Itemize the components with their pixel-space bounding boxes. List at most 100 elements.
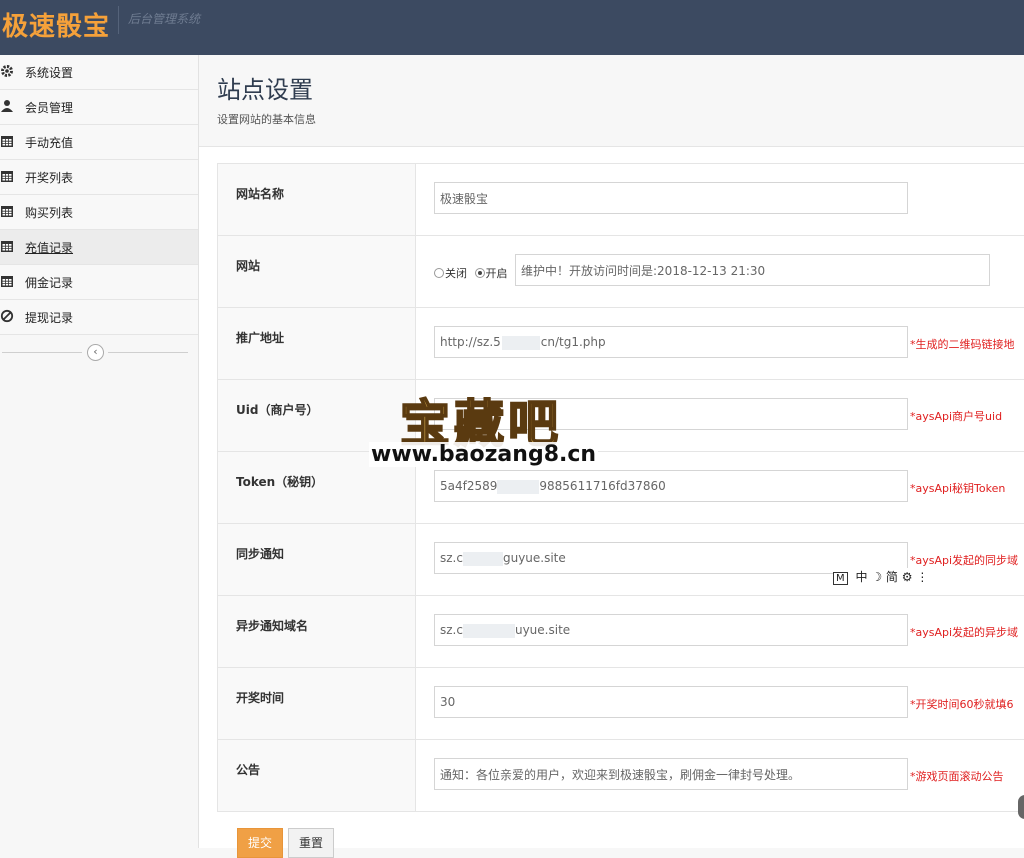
watermark-url: www.baozang8.cn xyxy=(369,442,599,467)
calendar-icon xyxy=(1,241,13,252)
promo-url-input[interactable]: http://sz.5 cn/tg1.php xyxy=(434,326,908,358)
field-label: 同步通知 xyxy=(236,547,285,561)
field-value: sz.c xyxy=(440,623,463,637)
ime-mode-button[interactable]: M xyxy=(833,572,848,585)
divider xyxy=(108,352,188,353)
submit-button[interactable]: 提交 xyxy=(237,828,284,858)
form-row-sync-notify: 同步通知 sz.c guyue.site *aysApi发起的同步域 xyxy=(217,524,1024,596)
form-row-draw-time: 开奖时间 *开奖时间60秒就填6 xyxy=(217,668,1024,740)
sidebar-item-member-management[interactable]: 会员管理 xyxy=(0,90,198,125)
field-hint: *aysApi秘钥Token xyxy=(910,482,1006,495)
sidebar-item-draw-list[interactable]: 开奖列表 xyxy=(0,160,198,195)
sidebar-item-label: 提现记录 xyxy=(25,311,74,325)
site-name-input[interactable] xyxy=(434,182,908,214)
label-cell: 网站 xyxy=(218,236,416,307)
field-label: 网站名称 xyxy=(236,187,285,201)
sidebar-item-label: 会员管理 xyxy=(25,101,74,115)
brand-logo[interactable]: 极速骰宝 xyxy=(2,6,110,43)
blurred-region xyxy=(501,335,540,350)
collapse-sidebar-button[interactable]: ‹ xyxy=(87,344,104,361)
notice-input[interactable] xyxy=(434,758,908,790)
ime-toolbar[interactable]: M 中 ☽ 简 ⚙ ⋮ xyxy=(833,568,929,585)
field-label: 推广地址 xyxy=(236,331,285,345)
form-row-uid: Uid（商户号） *aysApi商户号uid xyxy=(217,380,1024,452)
ime-language-toggle[interactable]: 中 xyxy=(855,570,867,584)
settings-form: 网站名称 网站 关闭 开启 推广地址 http://sz.5 cn/tg1.php… xyxy=(217,163,1024,812)
sidebar-item-label: 开奖列表 xyxy=(25,171,74,185)
label-cell: 开奖时间 xyxy=(218,668,416,739)
field-hint: *aysApi商户号uid xyxy=(910,410,1003,423)
label-cell: 网站名称 xyxy=(218,164,416,235)
field-hint: *aysApi发起的同步域 xyxy=(910,554,1019,567)
field-value: sz.c xyxy=(440,551,463,565)
gear-icon[interactable]: ⚙ xyxy=(902,570,913,584)
blurred-region xyxy=(497,479,540,494)
field-value: 5a4f2589 xyxy=(440,479,498,493)
blurred-region xyxy=(462,623,515,638)
reset-button[interactable]: 重置 xyxy=(288,828,335,858)
field-hint: *游戏页面滚动公告 xyxy=(910,770,1004,783)
field-value-tail: uyue.site xyxy=(514,623,571,637)
field-label: 异步通知域名 xyxy=(236,619,309,633)
scroll-handle[interactable] xyxy=(1018,795,1024,819)
blurred-region xyxy=(462,551,503,566)
field-hint: *生成的二维码链接地 xyxy=(910,338,1015,351)
label-cell: 异步通知域名 xyxy=(218,596,416,667)
field-label: Token（秘钥） xyxy=(236,475,324,489)
ban-icon xyxy=(0,309,14,323)
calendar-icon xyxy=(1,276,13,287)
async-notify-input[interactable]: sz.c uyue.site xyxy=(434,614,908,646)
sidebar-collapse-row: ‹ xyxy=(0,335,198,371)
ime-simplified-toggle[interactable]: 简 xyxy=(886,570,898,584)
form-row-notice: 公告 *游戏页面滚动公告 xyxy=(217,740,1024,812)
user-icon xyxy=(1,100,13,112)
sidebar-item-label: 系统设置 xyxy=(25,66,74,80)
field-label: Uid（商户号） xyxy=(236,403,319,417)
page-subtitle: 设置网站的基本信息 xyxy=(217,113,316,126)
radio-on[interactable] xyxy=(474,268,485,278)
draw-time-input[interactable] xyxy=(434,686,908,718)
sidebar-item-withdraw-records[interactable]: 提现记录 xyxy=(0,300,198,335)
calendar-icon xyxy=(1,206,13,217)
label-cell: 公告 xyxy=(218,740,416,811)
sidebar-item-label: 手动充值 xyxy=(25,136,74,150)
form-row-site-name: 网站名称 xyxy=(217,164,1024,236)
radio-off[interactable] xyxy=(434,268,444,278)
label-cell: 同步通知 xyxy=(218,524,416,595)
field-hint: *aysApi发起的异步域 xyxy=(910,626,1019,639)
calendar-icon xyxy=(1,171,13,182)
field-label: 公告 xyxy=(236,763,261,777)
sidebar-item-commission-records[interactable]: 佣金记录 xyxy=(0,265,198,300)
field-hint: *开奖时间60秒就填6 xyxy=(910,698,1014,711)
radio-off-label[interactable]: 关闭 xyxy=(445,267,467,280)
field-value-tail: cn/tg1.php xyxy=(540,335,606,349)
brand-subtitle: 后台管理系统 xyxy=(128,12,201,26)
form-row-site-status: 网站 关闭 开启 xyxy=(217,236,1024,308)
sidebar: 系统设置 会员管理 手动充值 开奖列表 购买列表 充值记录 佣金记录 提现记录 … xyxy=(0,55,199,848)
sidebar-item-label: 充值记录 xyxy=(25,241,74,255)
form-row-token: Token（秘钥） 5a4f2589 9885611716fd37860 *ays… xyxy=(217,452,1024,524)
more-icon[interactable]: ⋮ xyxy=(916,570,928,584)
field-value: http://sz.5 xyxy=(440,335,501,349)
site-status-radio-group: 关闭 开启 xyxy=(434,265,512,281)
sidebar-item-purchase-list[interactable]: 购买列表 xyxy=(0,195,198,230)
maintenance-message-input[interactable] xyxy=(515,254,990,286)
sidebar-item-system-settings[interactable]: 系统设置 xyxy=(0,55,198,90)
brand-divider xyxy=(118,6,119,34)
form-row-promo-url: 推广地址 http://sz.5 cn/tg1.php *生成的二维码链接地 xyxy=(217,308,1024,380)
moon-icon[interactable]: ☽ xyxy=(871,570,882,584)
field-label: 网站 xyxy=(236,259,261,273)
field-value-tail: guyue.site xyxy=(502,551,566,565)
page-title: 站点设置 xyxy=(217,76,313,104)
field-label: 开奖时间 xyxy=(236,691,285,705)
gear-icon xyxy=(1,65,13,77)
sidebar-item-manual-recharge[interactable]: 手动充值 xyxy=(0,125,198,160)
sidebar-item-recharge-records[interactable]: 充值记录 xyxy=(0,230,198,265)
token-input[interactable]: 5a4f2589 9885611716fd37860 xyxy=(434,470,908,502)
field-value-tail: 9885611716fd37860 xyxy=(539,479,666,493)
top-bar: 极速骰宝 后台管理系统 xyxy=(0,0,1024,55)
form-row-async-notify: 异步通知域名 sz.c uyue.site *aysApi发起的异步域 xyxy=(217,596,1024,668)
label-cell: 推广地址 xyxy=(218,308,416,379)
radio-on-label[interactable]: 开启 xyxy=(486,267,508,280)
sidebar-item-label: 佣金记录 xyxy=(25,276,74,290)
